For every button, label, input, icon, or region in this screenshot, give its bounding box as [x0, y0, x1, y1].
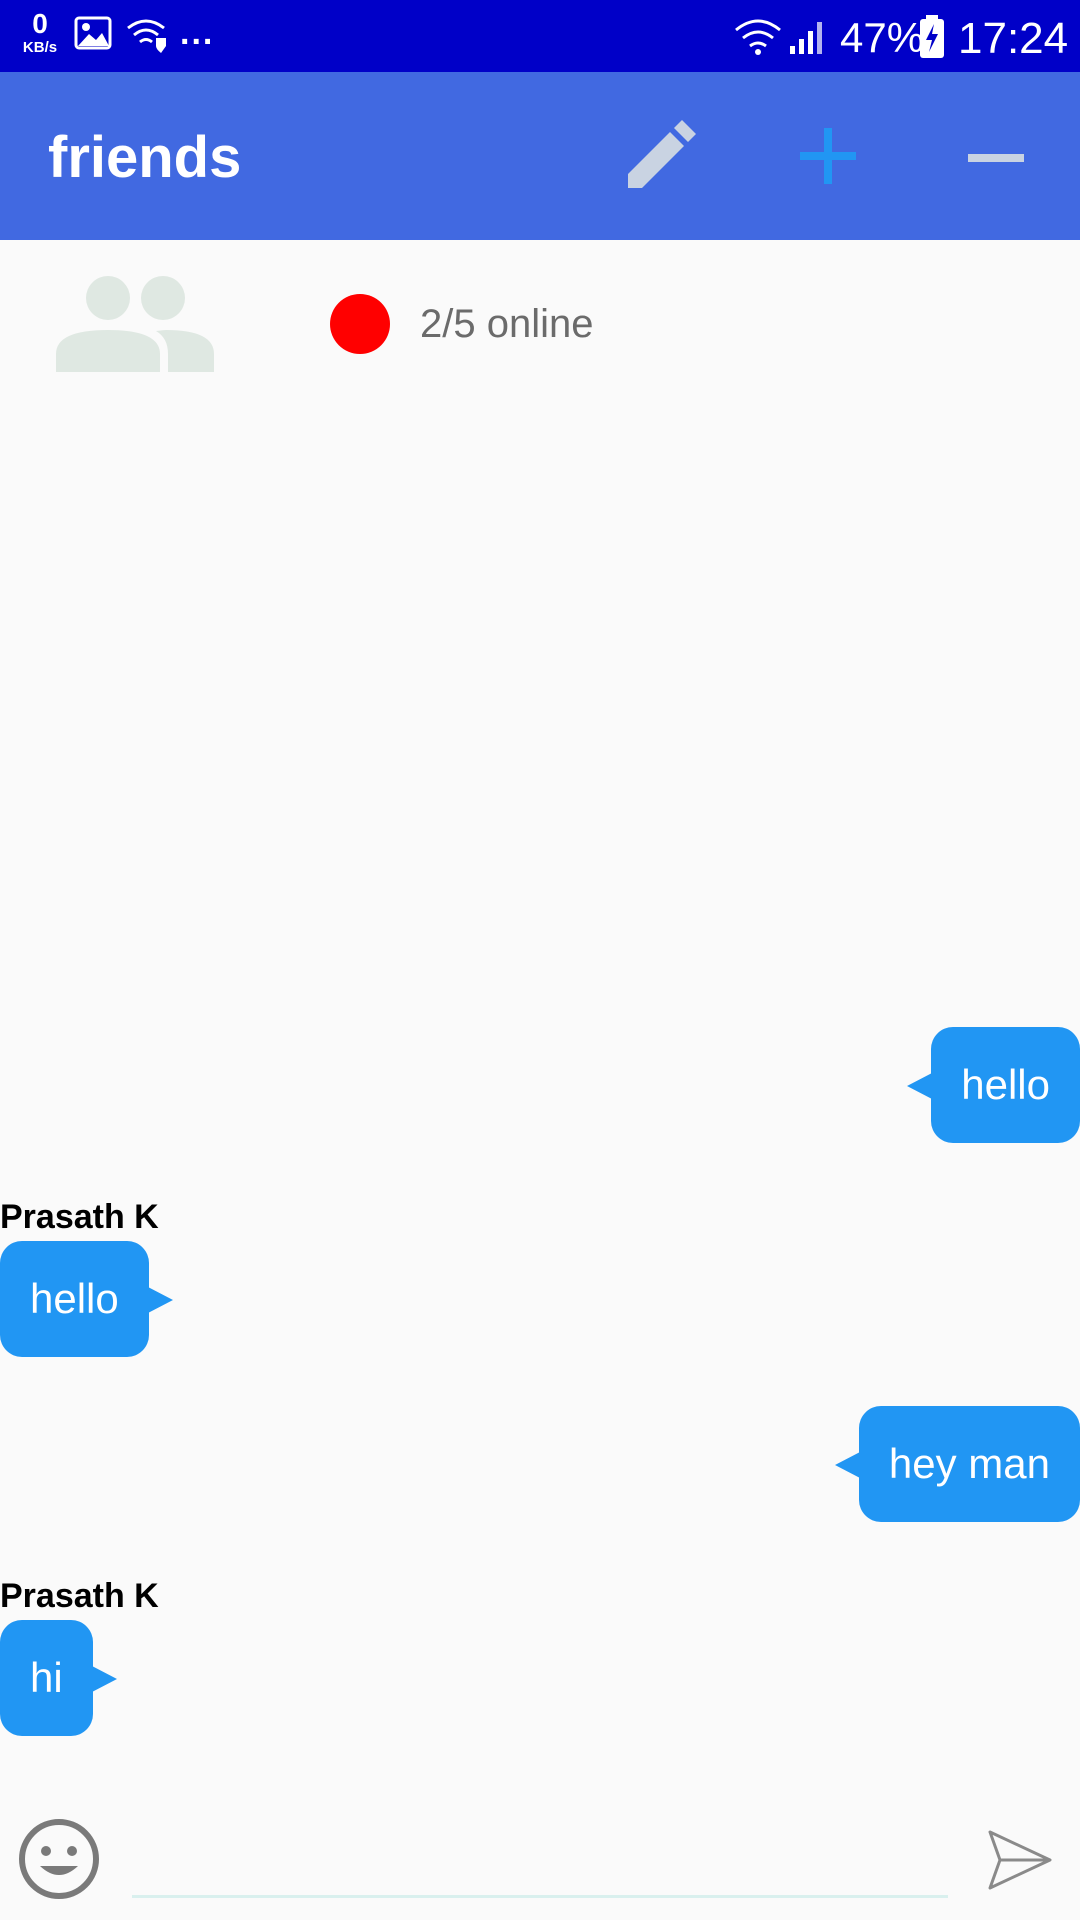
status-bar: 0 KB/s ... 47% 17:24: [0, 0, 1080, 72]
message-text: hello: [961, 1061, 1050, 1108]
message-text: hey man: [888, 1440, 1050, 1487]
net-speed-indicator: 0 KB/s: [18, 8, 62, 56]
clock: 17:24: [958, 14, 1069, 63]
wifi-shield-icon: [127, 19, 166, 53]
battery-percent: 47%: [840, 14, 925, 61]
edit-icon[interactable]: [622, 118, 698, 194]
app-bar: friends: [0, 72, 1080, 240]
message-text: hi: [30, 1654, 63, 1701]
message-bubble-outgoing[interactable]: hey man: [834, 1406, 1080, 1522]
add-icon[interactable]: [796, 124, 860, 188]
signal-icon: [790, 22, 822, 54]
page-title: friends: [48, 125, 242, 190]
wifi-icon: [735, 19, 781, 55]
net-speed-value: 0: [32, 8, 48, 39]
message-bubble-incoming[interactable]: hi: [0, 1620, 117, 1736]
message-sender-name: Prasath K: [0, 1577, 159, 1615]
message-bubble-outgoing[interactable]: hello: [907, 1027, 1080, 1143]
remove-icon[interactable]: [966, 150, 1026, 166]
net-speed-unit: KB/s: [22, 39, 58, 56]
online-status-indicator: [330, 294, 390, 354]
smiley-icon[interactable]: [18, 1818, 100, 1900]
message-text: hello: [30, 1275, 119, 1322]
overflow-notifications: ...: [180, 14, 215, 52]
send-icon[interactable]: [986, 1826, 1054, 1894]
message-input[interactable]: [132, 1836, 948, 1898]
gallery-icon: [74, 16, 112, 50]
online-count: 2/5 online: [420, 302, 594, 346]
group-icon: [56, 276, 214, 372]
chat-screen: 0 KB/s ... 47% 17:24 friends 2/5 online …: [0, 0, 1080, 1920]
message-bubble-incoming[interactable]: hello: [0, 1241, 173, 1357]
battery-charging-icon: [920, 15, 944, 58]
message-sender-name: Prasath K: [0, 1198, 159, 1236]
